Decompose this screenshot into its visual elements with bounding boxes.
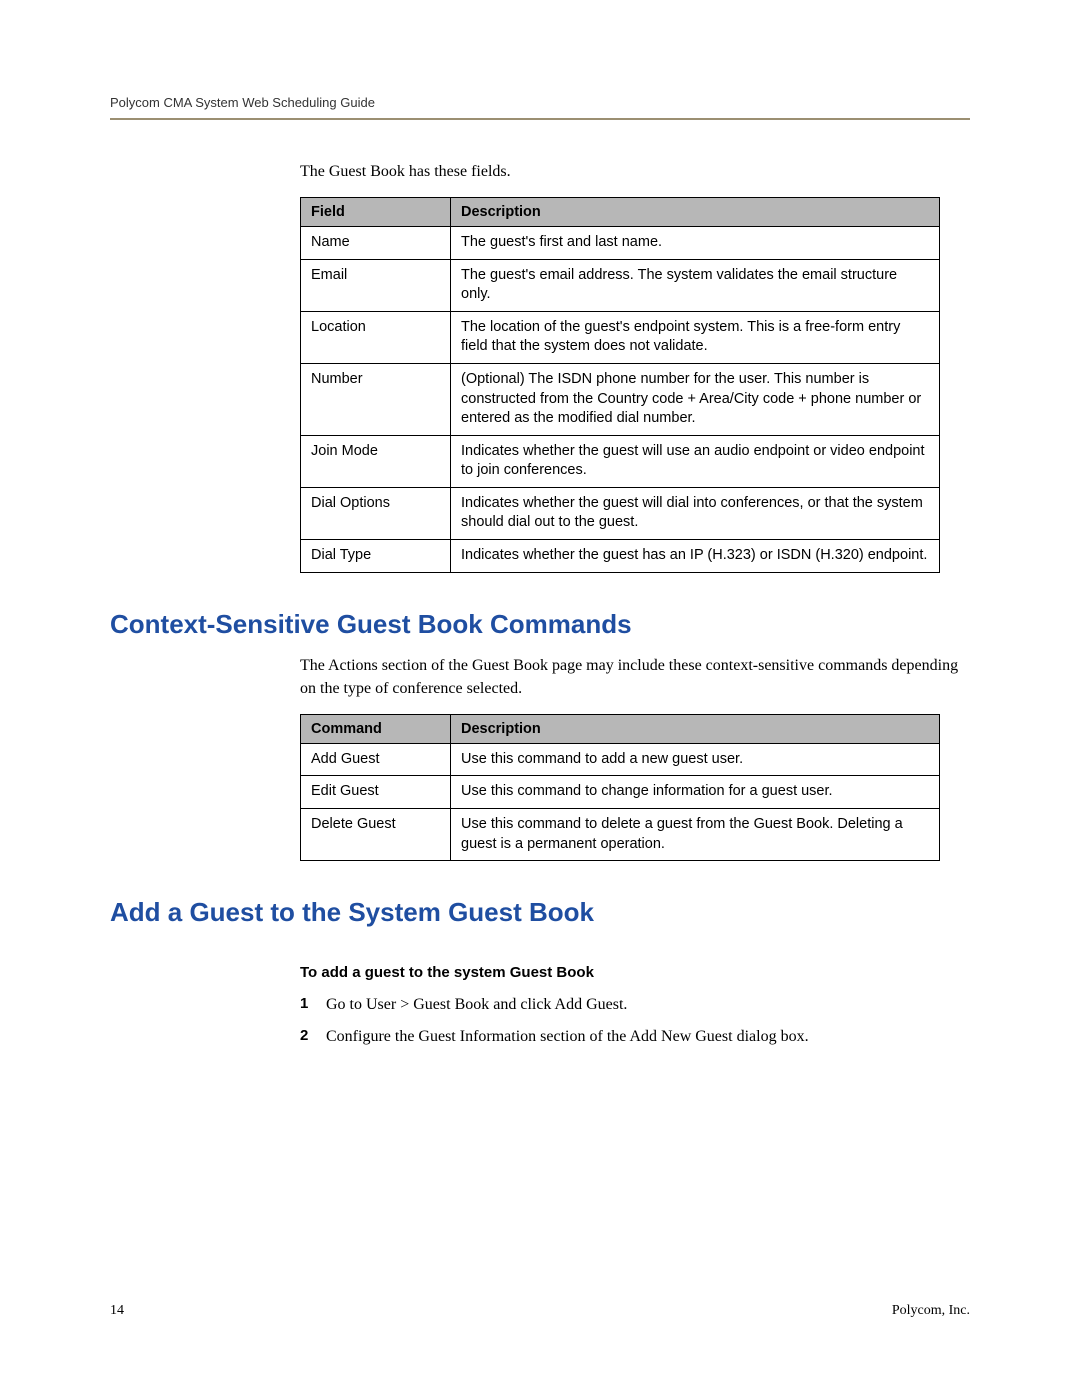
command-name: Edit Guest (301, 776, 451, 809)
command-desc: Use this command to change information f… (451, 776, 940, 809)
page-number: 14 (110, 1303, 124, 1319)
field-desc: Indicates whether the guest will use an … (451, 435, 940, 487)
list-item: 1 Go to User > Guest Book and click Add … (300, 993, 970, 1017)
field-name: Email (301, 259, 451, 311)
table-row: Location The location of the guest's end… (301, 311, 940, 363)
field-name: Dial Type (301, 539, 451, 572)
company-name: Polycom, Inc. (892, 1303, 970, 1319)
field-name: Name (301, 227, 451, 260)
command-desc: Use this command to delete a guest from … (451, 809, 940, 861)
field-name: Location (301, 311, 451, 363)
field-desc: Indicates whether the guest will dial in… (451, 487, 940, 539)
section1-intro: The Actions section of the Guest Book pa… (300, 654, 970, 700)
step-text: Go to User > Guest Book and click Add Gu… (326, 993, 970, 1017)
fields-col2-header: Description (451, 198, 940, 227)
table-row: Name The guest's first and last name. (301, 227, 940, 260)
command-desc: Use this command to add a new guest user… (451, 743, 940, 776)
fields-col1-header: Field (301, 198, 451, 227)
field-desc: (Optional) The ISDN phone number for the… (451, 364, 940, 436)
header-rule (110, 118, 970, 120)
table-row: Join Mode Indicates whether the guest wi… (301, 435, 940, 487)
step-text: Configure the Guest Information section … (326, 1025, 970, 1049)
table-row: Email The guest's email address. The sys… (301, 259, 940, 311)
field-name: Join Mode (301, 435, 451, 487)
section-heading-commands: Context-Sensitive Guest Book Commands (110, 609, 970, 640)
field-desc: The guest's email address. The system va… (451, 259, 940, 311)
guest-book-fields-table: Field Description Name The guest's first… (300, 197, 940, 572)
field-name: Number (301, 364, 451, 436)
list-item: 2 Configure the Guest Information sectio… (300, 1025, 970, 1049)
step-number: 2 (300, 1025, 326, 1049)
commands-col2-header: Description (451, 714, 940, 743)
command-name: Delete Guest (301, 809, 451, 861)
procedure-steps: 1 Go to User > Guest Book and click Add … (300, 993, 970, 1049)
table-row: Dial Type Indicates whether the guest ha… (301, 539, 940, 572)
field-desc: Indicates whether the guest has an IP (H… (451, 539, 940, 572)
procedure-title: To add a guest to the system Guest Book (300, 964, 970, 981)
table-row: Edit Guest Use this command to change in… (301, 776, 940, 809)
table-row: Dial Options Indicates whether the guest… (301, 487, 940, 539)
commands-col1-header: Command (301, 714, 451, 743)
section-heading-add-guest: Add a Guest to the System Guest Book (110, 897, 970, 928)
field-desc: The guest's first and last name. (451, 227, 940, 260)
table-row: Number (Optional) The ISDN phone number … (301, 364, 940, 436)
field-desc: The location of the guest's endpoint sys… (451, 311, 940, 363)
command-name: Add Guest (301, 743, 451, 776)
table-row: Add Guest Use this command to add a new … (301, 743, 940, 776)
page-footer: 14 Polycom, Inc. (110, 1303, 970, 1319)
document-header: Polycom CMA System Web Scheduling Guide (110, 95, 970, 118)
intro-text: The Guest Book has these fields. (300, 160, 970, 183)
table-row: Delete Guest Use this command to delete … (301, 809, 940, 861)
step-number: 1 (300, 993, 326, 1017)
field-name: Dial Options (301, 487, 451, 539)
commands-table: Command Description Add Guest Use this c… (300, 714, 940, 861)
